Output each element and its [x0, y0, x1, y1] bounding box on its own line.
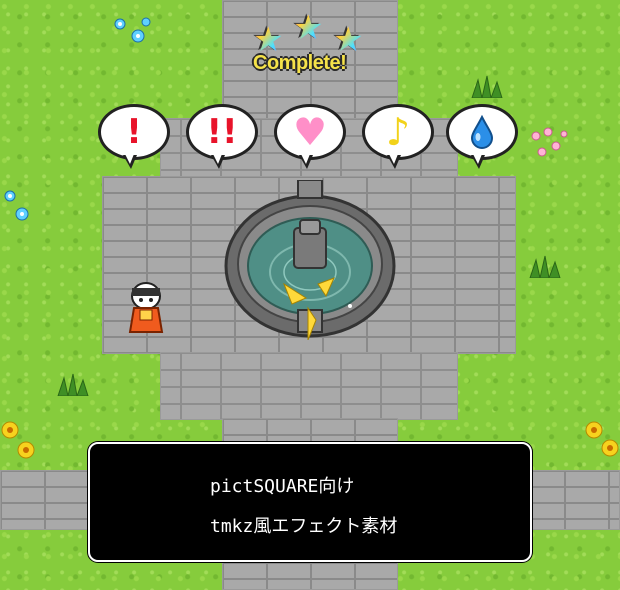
blue-water-drop-icon	[470, 115, 494, 149]
dialog-line-1: pictSQUARE向け	[210, 476, 355, 497]
yellow-flower-icon	[585, 421, 619, 457]
dialog-line-2: tmkz風エフェクト素材	[210, 516, 398, 537]
pink-heart-icon: ♥	[292, 110, 328, 154]
stone-path-right	[520, 470, 620, 530]
message-window[interactable]: pictSQUARE向け tmkz風エフェクト素材	[88, 442, 532, 562]
grass-tuft-icon	[471, 75, 503, 98]
emote-bubble[interactable]: !!	[186, 104, 258, 169]
blue-flower-icon	[114, 17, 151, 43]
game-map: ★ ★ ★ ★ ★ ★ Complete! ! !! ♥ ♪ pictSQUAR…	[0, 0, 620, 590]
stone-path-left	[0, 470, 100, 530]
emote-bubble[interactable]: ♪	[362, 104, 434, 169]
red-double-exclamation-icon: !!	[206, 112, 238, 152]
emote-bubble[interactable]	[446, 104, 518, 169]
emote-bubble[interactable]: !	[98, 104, 170, 169]
red-exclamation-icon: !	[126, 112, 142, 152]
complete-label: Complete!	[253, 52, 347, 74]
fountain	[224, 180, 396, 340]
grass-tuft-icon	[57, 373, 89, 396]
stone-plaza-lower	[160, 352, 458, 420]
rainbow-star-icon: ★	[293, 8, 324, 48]
blue-flower-icon	[4, 190, 29, 221]
player-character[interactable]	[128, 282, 164, 334]
emote-bubble[interactable]: ♥	[274, 104, 346, 169]
grass-tuft-icon	[529, 255, 561, 278]
completion-status: ★ ★ ★ ★ ★ ★ Complete!	[245, 8, 375, 78]
yellow-flower-icon	[1, 421, 35, 459]
pink-flower-icon	[531, 127, 568, 157]
yellow-music-note-icon: ♪	[385, 110, 411, 154]
